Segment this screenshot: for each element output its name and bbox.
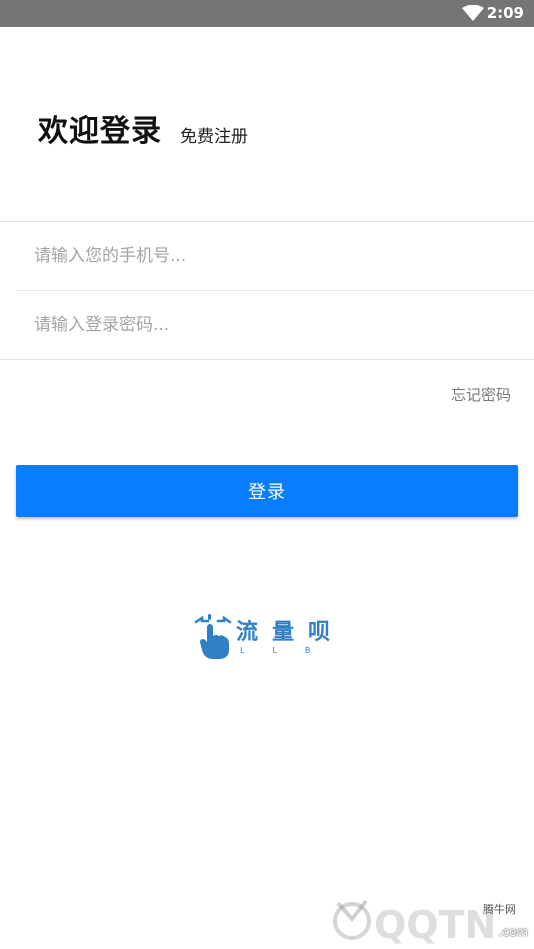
- phone-field: [16, 222, 534, 291]
- status-time: 2:09: [486, 4, 524, 22]
- logo-subtitle: LLB: [240, 646, 339, 655]
- watermark-icon: [333, 899, 371, 940]
- forgot-password-link[interactable]: 忘记密码: [451, 384, 511, 406]
- status-bar: 2:09: [0, 0, 534, 27]
- watermark-cn: 腾牛网: [483, 903, 516, 916]
- password-field: [16, 291, 534, 359]
- login-button[interactable]: 登录: [16, 465, 518, 517]
- logo-name: 流量呗: [236, 620, 345, 645]
- hand-tap-icon: [194, 614, 232, 659]
- watermark: QQTN 腾牛网 .com: [330, 895, 530, 945]
- wifi-icon: [462, 5, 484, 21]
- page-title: 欢迎登录: [38, 114, 162, 149]
- watermark-text: QQTN: [374, 903, 497, 947]
- app-logo: 流量呗 LLB: [192, 612, 352, 662]
- phone-input[interactable]: [16, 222, 534, 290]
- divider: [0, 359, 534, 360]
- password-input[interactable]: [16, 291, 534, 359]
- register-link[interactable]: 免费注册: [180, 125, 248, 149]
- watermark-com: .com: [498, 925, 528, 939]
